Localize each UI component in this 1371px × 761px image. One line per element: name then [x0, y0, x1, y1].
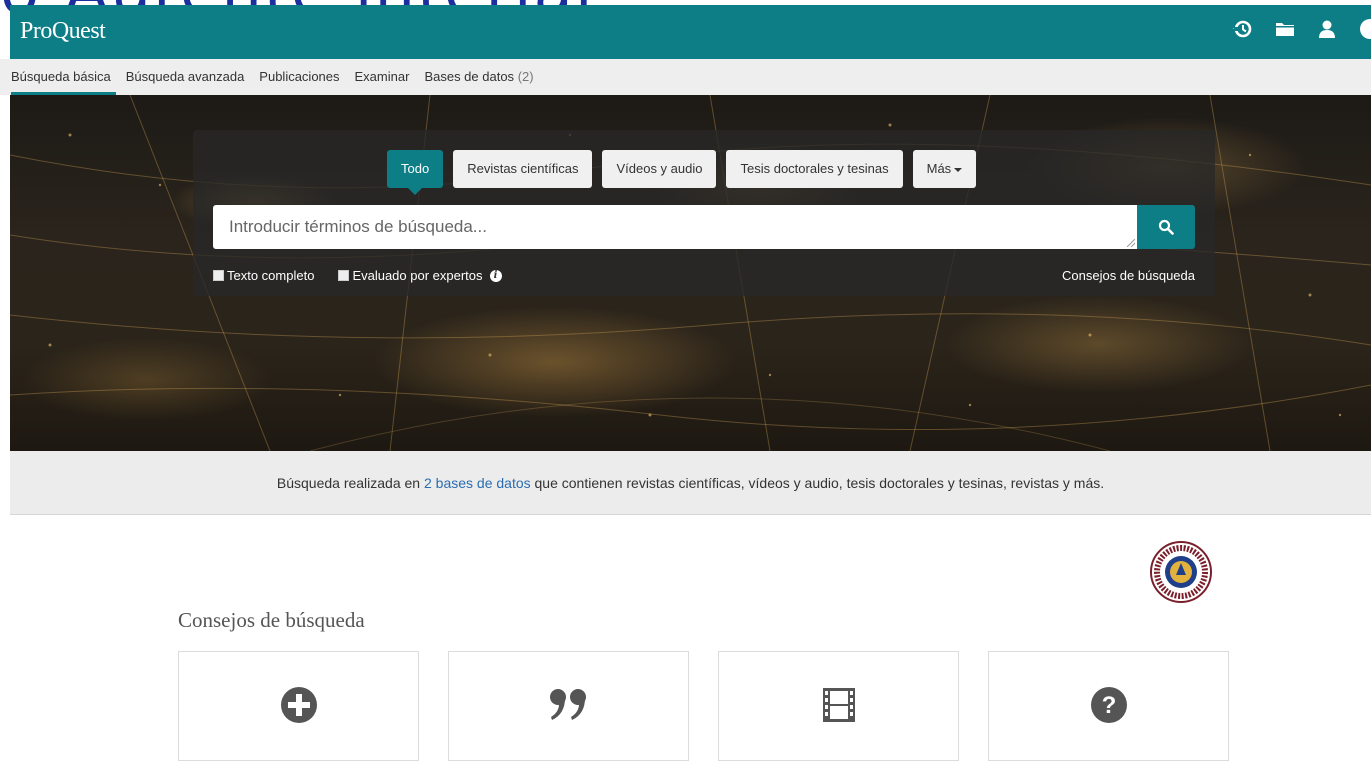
question-circle-icon: ?	[1090, 687, 1127, 723]
tab-all[interactable]: Todo	[387, 150, 444, 195]
nav-advanced-search[interactable]: Búsqueda avanzada	[126, 59, 250, 95]
main-nav: Búsqueda básica Búsqueda avanzada Public…	[0, 59, 1371, 95]
tab-dissertations[interactable]: Tesis doctorales y tesinas	[726, 150, 903, 188]
top-bar: ProQuest	[10, 5, 1371, 59]
search-tips-link[interactable]: Consejos de búsqueda	[1062, 268, 1195, 283]
tips-heading: Consejos de búsqueda	[178, 608, 365, 632]
peer-reviewed-option[interactable]: Evaluado por expertos i	[338, 268, 502, 283]
svg-text:?: ?	[1101, 692, 1116, 719]
proquest-logo[interactable]: ProQuest	[20, 18, 106, 45]
tip-card-boolean[interactable]	[178, 651, 419, 761]
peer-reviewed-checkbox[interactable]	[338, 270, 350, 281]
tab-more-dropdown[interactable]: Más	[912, 150, 977, 188]
databases-info-strip: Búsqueda realizada en 2 bases de datos q…	[10, 451, 1371, 515]
search-icon	[1158, 219, 1174, 235]
tab-video-audio[interactable]: Vídeos y audio	[602, 150, 717, 188]
search-panel: Todo Revistas científicas Vídeos y audio…	[193, 130, 1215, 296]
resize-grip-icon[interactable]	[1127, 239, 1135, 247]
film-icon	[822, 688, 855, 722]
databases-info-text: Búsqueda realizada en 2 bases de datos q…	[276, 475, 1105, 491]
search-input[interactable]	[213, 205, 1137, 249]
nav-basic-search[interactable]: Búsqueda básica	[11, 59, 116, 95]
folder-icon[interactable]	[1275, 20, 1295, 38]
search-box	[213, 205, 1137, 249]
search-options: Texto completo Evaluado por expertos i	[213, 268, 502, 283]
info-icon[interactable]: i	[489, 269, 502, 282]
databases-link[interactable]: 2 bases de datos	[424, 475, 531, 491]
user-icon[interactable]	[1317, 19, 1337, 39]
full-text-checkbox[interactable]	[213, 270, 224, 281]
tip-card-help[interactable]: ?	[988, 651, 1229, 761]
databases-count: (2)	[517, 69, 534, 84]
tab-scholarly-journals[interactable]: Revistas científicas	[453, 150, 593, 188]
nav-publications[interactable]: Publicaciones	[259, 59, 344, 95]
plus-circle-icon	[280, 687, 317, 723]
caret-down-icon	[954, 167, 963, 172]
university-seal-logo	[1150, 541, 1212, 603]
nav-browse[interactable]: Examinar	[355, 59, 415, 95]
full-text-option[interactable]: Texto completo	[213, 268, 314, 283]
tip-card-phrase[interactable]	[448, 651, 689, 761]
history-icon[interactable]	[1231, 18, 1253, 40]
help-icon[interactable]	[1359, 18, 1371, 40]
top-icons	[1231, 18, 1371, 40]
nav-databases[interactable]: Bases de datos (2)	[424, 59, 538, 95]
source-type-tabs: Todo Revistas científicas Vídeos y audio…	[387, 150, 977, 195]
tip-card-media[interactable]	[718, 651, 959, 761]
quote-icon	[549, 689, 586, 720]
search-button[interactable]	[1137, 205, 1195, 249]
